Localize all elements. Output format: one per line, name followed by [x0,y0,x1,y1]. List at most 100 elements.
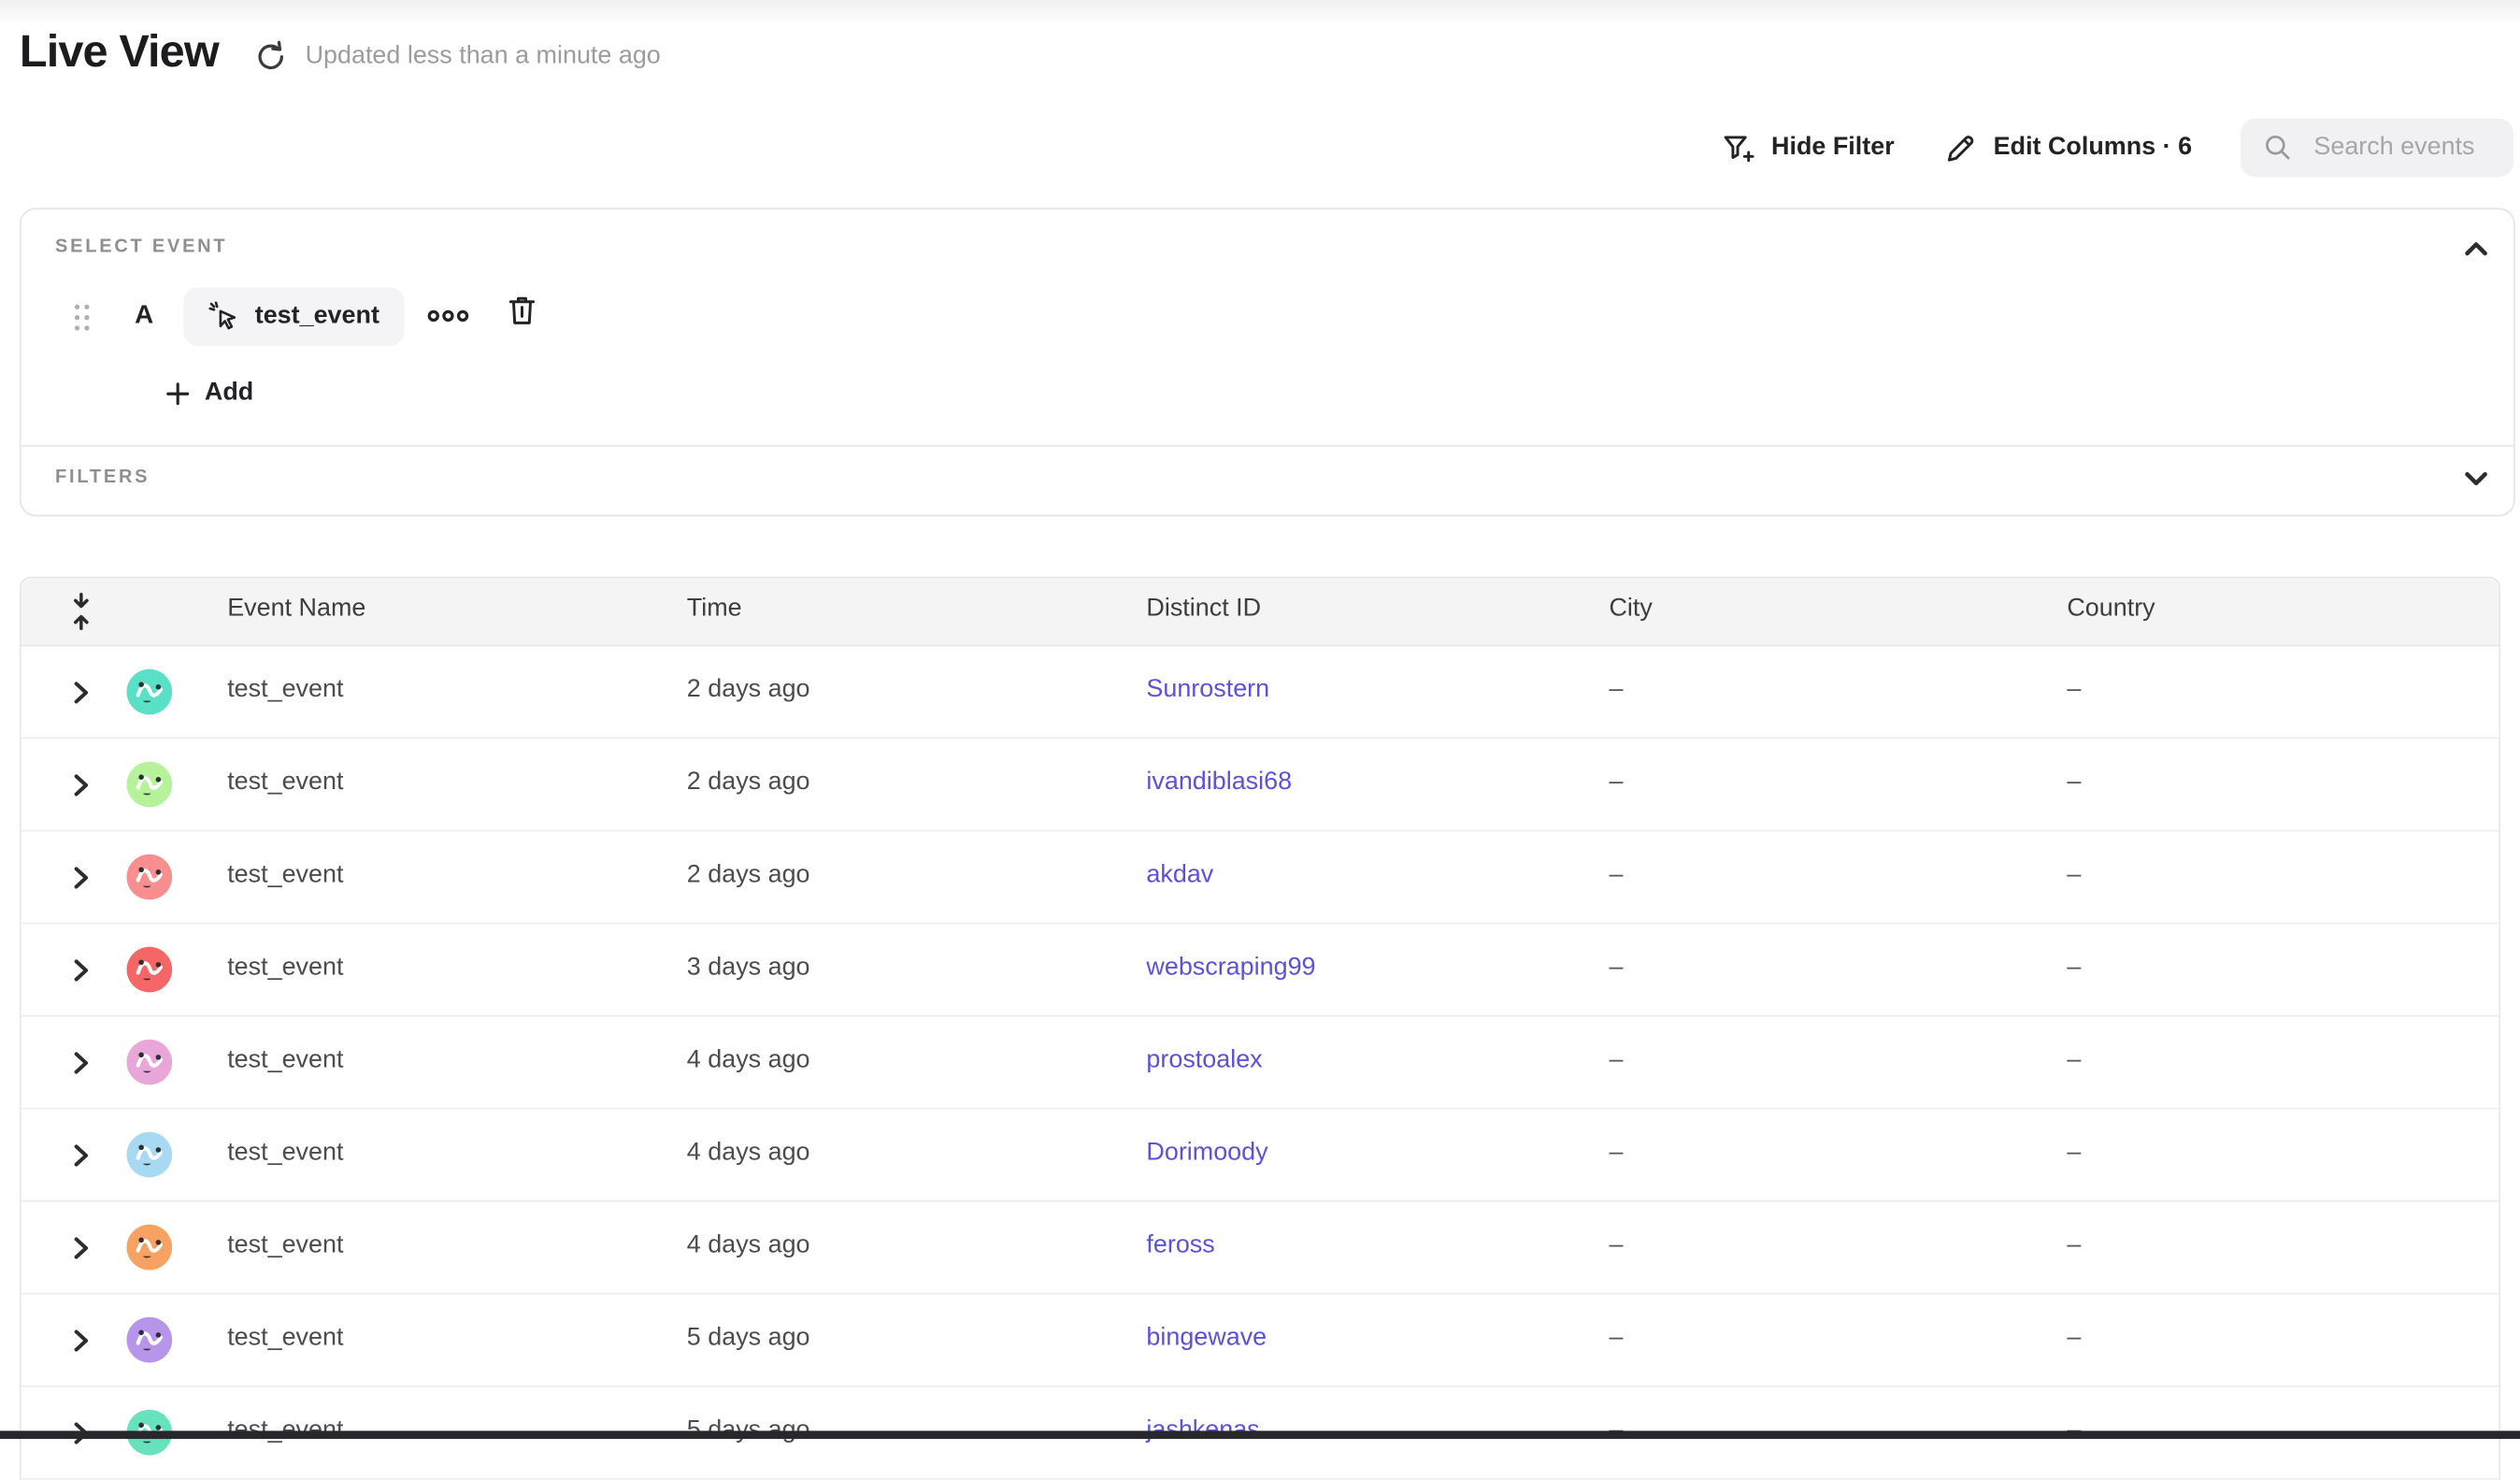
cell-city: – [1609,1324,1623,1353]
avatar [126,947,172,993]
cell-time: 2 days ago [687,676,810,705]
updated-status-text: Updated less than a minute ago [306,42,661,71]
plus-icon [165,381,190,405]
cell-time: 2 days ago [687,861,810,890]
cell-event-name: test_event [227,1139,343,1168]
cell-country: – [2067,861,2081,890]
more-options-button[interactable] [427,307,469,324]
cell-city: – [1609,769,1623,797]
table-row[interactable]: test_event 2 days ago Sunrostern – – [21,646,2499,739]
column-header-city: City [1609,595,1652,624]
edit-columns-label: Edit Columns · 6 [1994,133,2192,162]
cell-country: – [2067,1231,2081,1260]
cell-city: – [1609,1139,1623,1168]
select-event-label: SELECT EVENT [55,237,227,257]
cell-country: – [2067,1139,2081,1168]
delete-event-button[interactable] [507,294,537,327]
page-title: Live View [20,26,219,79]
cell-event-name: test_event [227,1324,343,1353]
cell-event-name: test_event [227,769,343,797]
collapse-rows-button[interactable] [70,593,93,630]
expand-row-button[interactable] [73,681,89,705]
cell-time: 4 days ago [687,1046,810,1075]
bottom-edge-bar [0,1430,2520,1439]
distinct-id-link[interactable]: webscraping99 [1146,954,1315,983]
distinct-id-link[interactable]: prostoalex [1146,1046,1262,1075]
expand-filters-button[interactable] [2463,469,2489,487]
cell-time: 3 days ago [687,954,810,983]
events-table: Event Name Time Distinct ID City Country… [20,577,2500,1480]
column-header-event-name: Event Name [227,595,365,624]
expand-row-button[interactable] [73,1143,89,1168]
chevron-down-icon [2463,469,2489,487]
search-input[interactable] [2311,132,2509,165]
query-builder-card: SELECT EVENT A [20,208,2515,516]
search-box[interactable] [2241,119,2513,178]
collapse-section-button[interactable] [2463,240,2489,258]
table-row[interactable]: test_event 2 days ago ivandiblasi68 – – [21,739,2499,831]
cell-country: – [2067,769,2081,797]
column-header-distinct-id: Distinct ID [1146,595,1261,624]
avatar [126,1317,172,1363]
cell-country: – [2067,676,2081,705]
cell-city: – [1609,861,1623,890]
distinct-id-link[interactable]: ivandiblasi68 [1146,769,1292,797]
cell-time: 5 days ago [687,1324,810,1353]
hide-filter-button[interactable]: Hide Filter [1721,131,1895,165]
distinct-id-link[interactable]: Sunrostern [1146,676,1269,705]
add-label: Add [205,379,253,408]
cell-event-name: test_event [227,1046,343,1075]
table-row[interactable]: test_event 2 days ago akdav – – [21,831,2499,924]
table-header: Event Name Time Distinct ID City Country [21,578,2499,646]
cell-country: – [2067,1324,2081,1353]
edit-columns-button[interactable]: Edit Columns · 6 [1943,131,2192,165]
table-row[interactable]: test_event 4 days ago prostoalex – – [21,1016,2499,1109]
avatar [126,1040,172,1085]
add-event-button[interactable]: Add [165,374,253,413]
pencil-icon [1943,131,1977,165]
cell-city: – [1609,1231,1623,1260]
table-body: test_event 2 days ago Sunrostern – – tes… [21,646,2499,1479]
cell-event-name: test_event [227,1231,343,1260]
table-row[interactable]: test_event 5 days ago bingewave – – [21,1294,2499,1387]
cell-time: 4 days ago [687,1231,810,1260]
expand-row-button[interactable] [73,1051,89,1075]
distinct-id-link[interactable]: feross [1146,1231,1214,1260]
expand-row-button[interactable] [73,1329,89,1353]
distinct-id-link[interactable]: Dorimoody [1146,1139,1267,1168]
hide-filter-label: Hide Filter [1771,133,1895,162]
table-row[interactable]: test_event 4 days ago feross – – [21,1201,2499,1294]
cell-time: 2 days ago [687,769,810,797]
avatar [126,1132,172,1178]
trash-icon [507,294,537,327]
cell-city: – [1609,1046,1623,1075]
expand-row-button[interactable] [73,866,89,890]
cell-country: – [2067,954,2081,983]
table-row[interactable]: test_event 3 days ago webscraping99 – – [21,924,2499,1016]
refresh-button[interactable] [253,39,289,75]
clause-letter: A [135,302,153,331]
cell-event-name: test_event [227,676,343,705]
distinct-id-link[interactable]: akdav [1146,861,1213,890]
cell-city: – [1609,676,1623,705]
section-divider [21,445,2513,447]
ellipsis-icon [427,307,469,324]
event-name-label: test_event [255,302,379,331]
table-row[interactable]: test_event 4 days ago Dorimoody – – [21,1109,2499,1201]
top-gradient-strip [0,0,2520,24]
avatar [126,855,172,900]
avatar [126,1225,172,1271]
expand-row-button[interactable] [73,773,89,797]
filter-plus-icon [1721,131,1754,165]
distinct-id-link[interactable]: bingewave [1146,1324,1267,1353]
avatar [126,762,172,808]
avatar [126,669,172,715]
toolbar: Hide Filter Edit Columns · 6 [1721,119,2513,178]
event-select-button[interactable]: test_event [183,287,404,346]
drag-handle[interactable] [71,302,93,333]
column-header-time: Time [687,595,742,624]
cell-time: 4 days ago [687,1139,810,1168]
column-header-country: Country [2067,595,2155,624]
expand-row-button[interactable] [73,958,89,983]
expand-row-button[interactable] [73,1236,89,1260]
